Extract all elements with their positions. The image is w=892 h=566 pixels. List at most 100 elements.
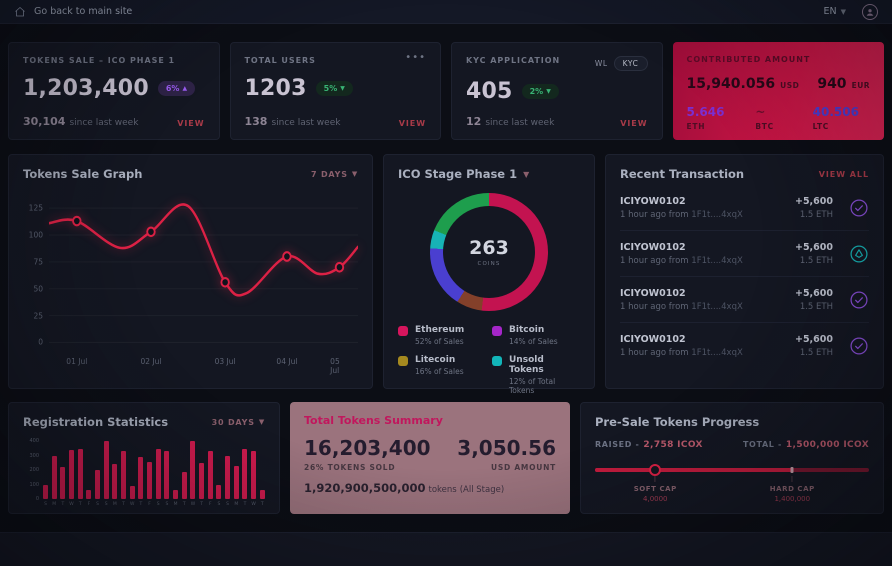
- bar[interactable]: [78, 449, 83, 499]
- transaction-address: 1F1t....4xqX: [691, 348, 743, 358]
- card-title: TOTAL USERS: [245, 56, 316, 65]
- bar-column: [121, 437, 126, 499]
- check-status-icon[interactable]: [849, 336, 869, 356]
- delta-text: 30,104since last week: [23, 115, 138, 128]
- x-tick-label: W: [130, 502, 135, 509]
- coin-unit: BTC: [755, 122, 812, 131]
- view-link[interactable]: VIEW: [399, 119, 426, 128]
- bar[interactable]: [130, 486, 135, 499]
- wl-tab[interactable]: WL: [595, 59, 608, 68]
- bar[interactable]: [251, 451, 256, 499]
- eth-status-icon[interactable]: [849, 244, 869, 264]
- language-selector[interactable]: EN ▼: [824, 6, 847, 17]
- legend-name: Bitcoin: [509, 325, 558, 335]
- coin-unit: LTC: [813, 122, 870, 131]
- bar[interactable]: [225, 456, 230, 499]
- transaction-eth: 1.5 ETH: [795, 256, 833, 266]
- data-point-marker[interactable]: [147, 228, 154, 237]
- x-tick-label: T: [60, 502, 65, 509]
- bar[interactable]: [43, 485, 48, 499]
- usd-amount-value: 3,050.56: [457, 436, 556, 460]
- bar[interactable]: [208, 451, 213, 499]
- range-dropdown-30days[interactable]: 30 DAYS▼: [212, 418, 265, 427]
- transaction-id: ICIYOW0102: [620, 196, 795, 207]
- legend-item: Bitcoin14% of Sales: [492, 325, 580, 346]
- bar[interactable]: [242, 449, 247, 499]
- view-link[interactable]: VIEW: [620, 119, 647, 128]
- legend-swatch: [398, 326, 408, 336]
- bar[interactable]: [234, 466, 239, 499]
- chevron-down-icon: ▼: [523, 170, 529, 179]
- bar[interactable]: [199, 463, 204, 499]
- bar[interactable]: [164, 451, 169, 499]
- card-title: TOKENS SALE – ICO PHASE 1: [23, 56, 175, 65]
- legend-name: Unsold Tokens: [509, 355, 580, 375]
- bar[interactable]: [138, 457, 143, 499]
- bar[interactable]: [121, 451, 126, 499]
- view-link[interactable]: VIEW: [177, 119, 204, 128]
- kyc-tab[interactable]: KYC: [614, 56, 648, 71]
- ellipsis-menu-icon[interactable]: •••: [405, 56, 426, 60]
- coin-value: 5.646: [687, 105, 756, 119]
- bar[interactable]: [60, 467, 65, 499]
- data-point-marker[interactable]: [283, 252, 290, 261]
- data-point-marker[interactable]: [73, 217, 80, 226]
- data-point-marker[interactable]: [221, 278, 228, 287]
- panel-title[interactable]: ICO Stage Phase 1 ▼: [398, 167, 529, 181]
- transaction-row[interactable]: ICIYOW01021 hour ago from 1F1t....4xqX+5…: [620, 230, 869, 276]
- check-status-icon[interactable]: [849, 198, 869, 218]
- user-avatar[interactable]: [862, 4, 878, 20]
- x-tick-label: 02 Jul: [140, 357, 161, 366]
- x-tick-label: 05 Jul: [330, 357, 349, 375]
- transaction-address: 1F1t....4xqX: [691, 256, 743, 266]
- transaction-amounts: +5,6001.5 ETH: [795, 196, 833, 220]
- bar[interactable]: [104, 441, 109, 499]
- bar[interactable]: [95, 470, 100, 499]
- x-tick-label: W: [190, 502, 195, 509]
- transaction-info: ICIYOW01021 hour ago from 1F1t....4xqX: [620, 334, 795, 358]
- x-tick-label: T: [121, 502, 126, 509]
- y-tick-label: 300: [29, 453, 39, 459]
- legend-item: Litecoin16% of Sales: [398, 355, 486, 395]
- bar[interactable]: [52, 456, 57, 499]
- stats-row: TOKENS SALE – ICO PHASE 1 1,203,400 6%▲ …: [8, 42, 884, 140]
- transaction-row[interactable]: ICIYOW01021 hour ago from 1F1t....4xqX+5…: [620, 276, 869, 322]
- transaction-row[interactable]: ICIYOW0102 1 hour ago from 1F1t....4xqX+5…: [620, 185, 869, 230]
- bar[interactable]: [260, 490, 265, 499]
- transaction-amounts: +5,6001.5 ETH: [795, 334, 833, 358]
- bar[interactable]: [190, 441, 195, 499]
- donut-center: 263 COINS: [443, 206, 535, 298]
- x-axis: SMTWTFSSMTWTFSSMTWTFSSMTWT: [43, 499, 265, 509]
- bar[interactable]: [147, 462, 152, 499]
- transaction-row[interactable]: ICIYOW01021 hour ago from 1F1t....4xqX+5…: [620, 322, 869, 368]
- back-to-main-site-link[interactable]: Go back to main site: [14, 6, 132, 18]
- tokens-sale-card: TOKENS SALE – ICO PHASE 1 1,203,400 6%▲ …: [8, 42, 220, 140]
- check-status-icon[interactable]: [849, 290, 869, 310]
- x-tick-label: M: [173, 502, 178, 509]
- registration-statistics-panel: Registration Statistics 30 DAYS▼ 4003002…: [8, 402, 280, 514]
- y-tick-label: 25: [33, 311, 43, 320]
- bar-column: [147, 437, 152, 499]
- x-tick-label: 04 Jul: [276, 357, 297, 366]
- bar[interactable]: [182, 472, 187, 499]
- view-all-link[interactable]: VIEW ALL: [819, 170, 869, 179]
- registration-bar-chart: 4003002001000 SMTWTFSSMTWTFSSMTWTFSSMTWT: [23, 437, 265, 509]
- transaction-info: ICIYOW0102 1 hour ago from 1F1t....4xqX: [620, 196, 795, 220]
- transaction-address: 1F1t....4xqX: [691, 302, 743, 312]
- bar[interactable]: [156, 449, 161, 499]
- presale-progress-slider[interactable]: SOFT CAP 4,0000 HARD CAP 1,400,000: [595, 464, 869, 502]
- tokens-sale-value: 1,203,400: [23, 76, 149, 101]
- bar[interactable]: [112, 464, 117, 499]
- panel-title: Registration Statistics: [23, 415, 168, 429]
- range-dropdown-7days[interactable]: 7 DAYS▼: [311, 170, 358, 179]
- progress-handle[interactable]: [649, 464, 661, 476]
- data-point-marker[interactable]: [336, 263, 343, 272]
- bar[interactable]: [173, 490, 178, 499]
- bar[interactable]: [86, 490, 91, 499]
- bar[interactable]: [69, 450, 74, 499]
- x-tick-label: M: [52, 502, 57, 509]
- bar[interactable]: [216, 485, 221, 499]
- trend-badge: 6%▲: [158, 81, 195, 96]
- transaction-subtext: 1 hour ago from 1F1t....4xqX: [620, 210, 795, 220]
- x-tick-label: M: [112, 502, 117, 509]
